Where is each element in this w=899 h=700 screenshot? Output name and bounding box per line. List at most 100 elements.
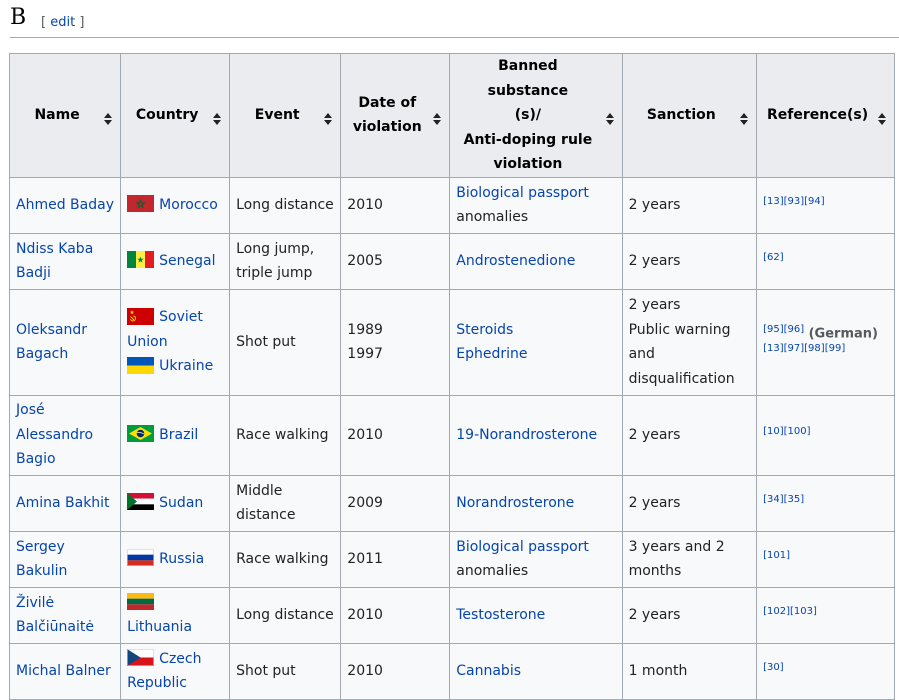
column-header-label: Reference(s) bbox=[766, 107, 869, 123]
references-block: [102][103] bbox=[763, 606, 888, 624]
substance-cell: 19-Norandrosterone bbox=[449, 394, 623, 476]
athlete-link[interactable]: Ndiss Kaba Badji bbox=[16, 241, 93, 282]
reference-link[interactable]: [93] bbox=[784, 196, 805, 207]
date-cell: 2005 bbox=[340, 232, 451, 290]
substance-link[interactable]: Androstenedione bbox=[456, 253, 575, 269]
athlete-link[interactable]: José Alessandro Bagio bbox=[16, 402, 93, 467]
country-name-line: Republic bbox=[127, 675, 188, 691]
references-block: [34][35] bbox=[763, 494, 888, 512]
country-name-line: Brazil bbox=[159, 426, 199, 443]
athlete-name-line: Oleksandr bbox=[16, 321, 88, 338]
substance-link[interactable]: Testosterone bbox=[456, 607, 545, 623]
sort-icon[interactable] bbox=[605, 109, 614, 126]
reference-link[interactable]: [34] bbox=[763, 494, 784, 505]
reference-link[interactable]: [96] bbox=[784, 324, 805, 335]
athlete-name-line: Sergey bbox=[16, 538, 65, 555]
doping-cases-table: Name Country Event Date of violation Banned s… bbox=[8, 53, 895, 700]
athlete-link[interactable]: Oleksandr Bagach bbox=[16, 322, 87, 363]
country-link[interactable]: Ukraine bbox=[159, 358, 213, 374]
athlete-link[interactable]: Sergey Bakulin bbox=[16, 539, 67, 580]
edit-link[interactable]: edit bbox=[50, 15, 75, 30]
athlete-link[interactable]: Michal Balner bbox=[16, 663, 111, 679]
substance-cell: Norandrosterone bbox=[449, 474, 623, 532]
column-header-date-of[interactable]: Date of violation bbox=[340, 53, 451, 178]
reference-link[interactable]: [30] bbox=[763, 662, 784, 673]
reference-link[interactable]: [10] bbox=[763, 426, 784, 437]
sort-icon[interactable] bbox=[104, 109, 113, 126]
references-cell: [95][96] (German) [13][97][98][99] bbox=[756, 288, 895, 396]
sort-icon[interactable] bbox=[324, 109, 333, 126]
table-row: Ndiss Kaba Badji Senegal Long jump, triple j… bbox=[8, 232, 895, 290]
country-cell: Lithuania bbox=[120, 586, 231, 644]
sanction-text: 2 years bbox=[628, 297, 681, 313]
reference-link[interactable]: [94] bbox=[804, 196, 825, 207]
event-cell: Middle distance bbox=[229, 474, 342, 532]
country-link[interactable]: Senegal bbox=[159, 253, 215, 269]
country-link[interactable]: Morocco bbox=[159, 197, 218, 213]
reference-link[interactable]: [62] bbox=[763, 252, 784, 263]
substance-link[interactable]: Biological passport bbox=[456, 539, 589, 555]
country-link[interactable]: Brazil bbox=[159, 427, 198, 443]
reference-group: [10][100] bbox=[763, 426, 810, 437]
violation-date: 2010 bbox=[347, 662, 383, 679]
athlete-link[interactable]: Živilė Balčiūnaitė bbox=[16, 595, 94, 636]
table-row: Ahmed Baday Morocco Long distance 2010 Biolo… bbox=[8, 176, 895, 234]
event-text: Long distance bbox=[236, 196, 334, 213]
sort-icon[interactable] bbox=[433, 109, 442, 126]
language-note: (German) bbox=[808, 326, 878, 342]
country-link[interactable]: Sudan bbox=[159, 495, 203, 511]
substance-link[interactable]: Steroids bbox=[456, 322, 513, 338]
date-cell: 1989 1997 bbox=[340, 288, 451, 396]
sort-icon[interactable] bbox=[213, 109, 222, 126]
column-header-sanction[interactable]: Sanction bbox=[621, 53, 758, 178]
reference-link[interactable]: [101] bbox=[763, 550, 790, 561]
athlete-link[interactable]: Amina Bakhit bbox=[16, 495, 110, 511]
section-title: B bbox=[10, 5, 27, 30]
country-cell: Czech Republic bbox=[120, 642, 231, 700]
athlete-name-line: Bakulin bbox=[16, 563, 68, 579]
substance-cell: Cannabis bbox=[449, 642, 623, 700]
sort-icon[interactable] bbox=[740, 109, 749, 126]
reference-link[interactable]: [100] bbox=[784, 426, 811, 437]
czech-republic-flag-icon bbox=[127, 649, 155, 666]
country-link[interactable]: Lithuania bbox=[127, 619, 192, 635]
substance-cell: Androstenedione bbox=[449, 232, 623, 290]
substance-link[interactable]: Cannabis bbox=[456, 663, 521, 679]
date-cell: 2009 bbox=[340, 474, 451, 532]
country-cell: Soviet Union Ukraine bbox=[120, 288, 231, 396]
date-cell: 2010 bbox=[340, 176, 451, 234]
substance-link[interactable]: Biological passport bbox=[456, 185, 589, 201]
event-cell: Race walking bbox=[229, 530, 342, 588]
event-cell: Race walking bbox=[229, 394, 342, 476]
reference-link[interactable]: [98] bbox=[804, 343, 825, 354]
substance-link[interactable]: 19-Norandrosterone bbox=[456, 427, 597, 443]
reference-link[interactable]: [103] bbox=[790, 606, 817, 617]
reference-link[interactable]: [35] bbox=[784, 494, 805, 505]
column-header-event[interactable]: Event bbox=[229, 53, 342, 178]
country-link[interactable]: Russia bbox=[159, 551, 204, 567]
substance-link[interactable]: Ephedrine bbox=[456, 346, 527, 362]
substance-link[interactable]: Norandrosterone bbox=[456, 495, 574, 511]
reference-link[interactable]: [97] bbox=[784, 343, 805, 354]
reference-link[interactable]: [13] bbox=[763, 343, 784, 354]
reference-link[interactable]: [95] bbox=[763, 324, 784, 335]
athlete-link[interactable]: Ahmed Baday bbox=[16, 197, 114, 213]
event-cell: Shot put bbox=[229, 288, 342, 396]
sort-icon[interactable] bbox=[878, 109, 886, 126]
reference-link[interactable]: [102] bbox=[763, 606, 790, 617]
column-header-label: (s)/ bbox=[514, 107, 542, 123]
column-header-label: violation bbox=[493, 156, 563, 172]
sanction-text: months bbox=[628, 563, 682, 579]
reference-link[interactable]: [13] bbox=[763, 196, 784, 207]
edit-section: [ edit ] bbox=[41, 15, 85, 30]
references-cell: [13][93][94] bbox=[756, 176, 895, 234]
column-header-label: Banned substance bbox=[487, 58, 569, 99]
column-header-reference-s[interactable]: Reference(s) bbox=[756, 53, 895, 178]
reference-link[interactable]: [99] bbox=[825, 343, 846, 354]
table-body: Ahmed Baday Morocco Long distance 2010 Biolo… bbox=[8, 176, 895, 700]
column-header-country[interactable]: Country bbox=[120, 53, 231, 178]
sudan-flag-icon bbox=[127, 493, 155, 511]
column-header-banned-substance[interactable]: Banned substance (s)/ Anti-doping rule viol… bbox=[449, 53, 623, 178]
name-cell: Amina Bakhit bbox=[8, 474, 122, 532]
column-header-name[interactable]: Name bbox=[8, 53, 122, 178]
